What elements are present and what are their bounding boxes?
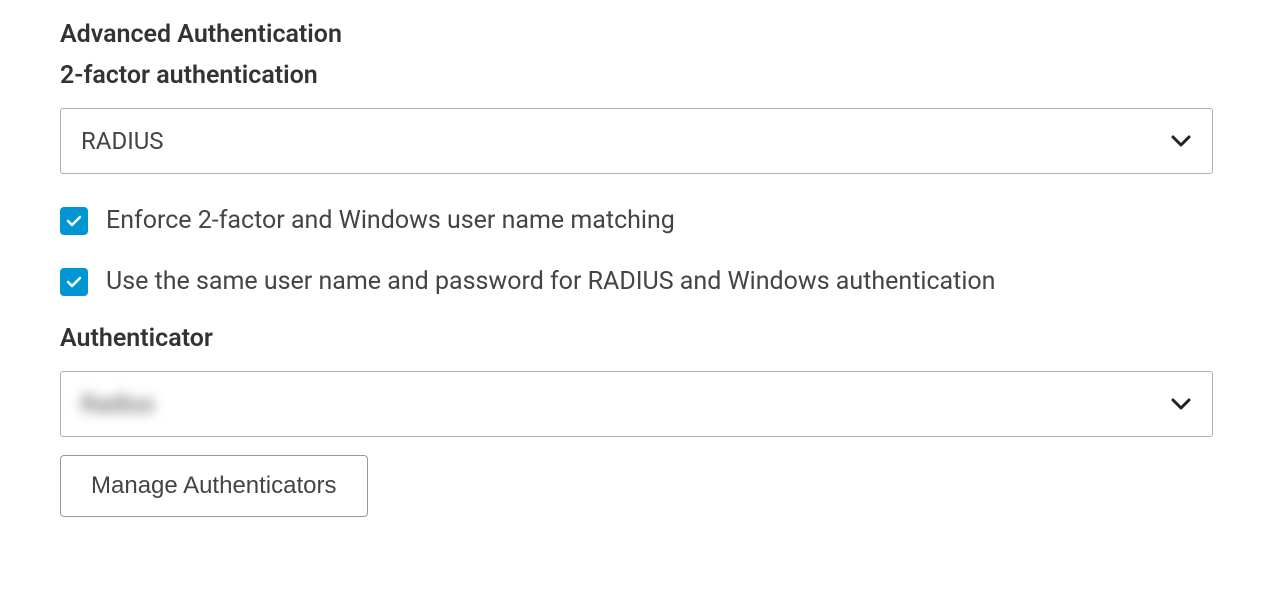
two-factor-selected-value: RADIUS — [81, 127, 1170, 155]
same-creds-label: Use the same user name and password for … — [106, 267, 995, 296]
enforce-matching-row: Enforce 2-factor and Windows user name m… — [60, 206, 1213, 235]
authenticator-select[interactable]: Radius — [60, 371, 1213, 437]
chevron-down-icon — [1170, 130, 1192, 152]
authenticator-selected-value: Radius — [81, 390, 1170, 418]
authenticator-label: Authenticator — [60, 324, 1213, 353]
two-factor-select[interactable]: RADIUS — [60, 108, 1213, 174]
same-creds-row: Use the same user name and password for … — [60, 267, 1213, 296]
two-factor-label: 2-factor authentication — [60, 61, 1213, 90]
same-creds-checkbox[interactable] — [60, 268, 88, 296]
enforce-matching-checkbox[interactable] — [60, 207, 88, 235]
section-title: Advanced Authentication — [60, 20, 1213, 49]
enforce-matching-label: Enforce 2-factor and Windows user name m… — [106, 206, 675, 235]
manage-authenticators-button[interactable]: Manage Authenticators — [60, 455, 368, 517]
chevron-down-icon — [1170, 393, 1192, 415]
